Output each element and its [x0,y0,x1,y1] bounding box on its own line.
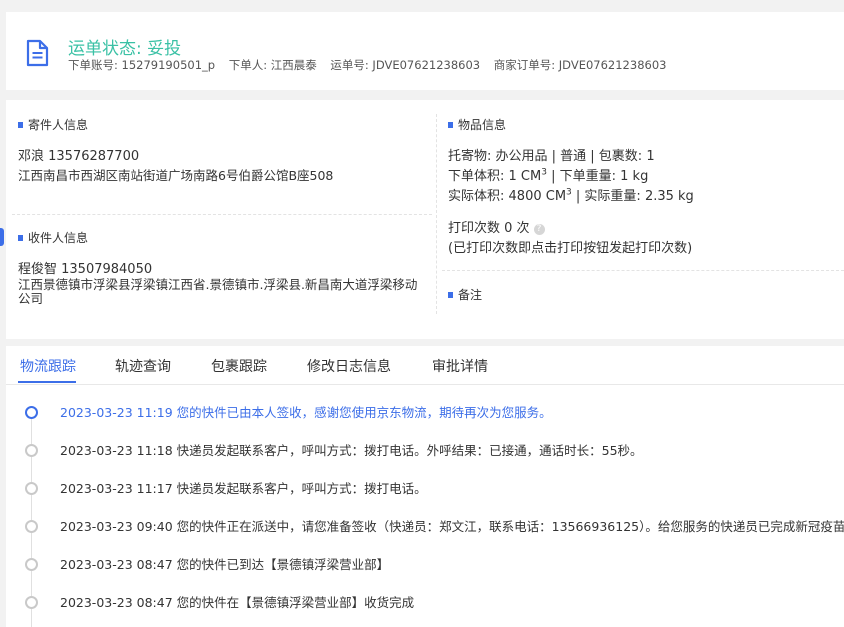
print-count: 打印次数 0 次? [448,217,545,236]
order-volume-label: 下单体积: [448,169,505,184]
actual-weight: | 实际重量: 2.35 kg [575,189,694,204]
tab-approval-details[interactable]: 审批详情 [432,356,488,376]
active-tab-indicator [18,381,76,383]
timeline-item: 2023-03-23 11:17 快递员发起联系客户，呼叫方式：拨打电话。 [6,478,844,500]
waybill-number: 运单号: JDVE07621238603 [330,58,481,72]
timeline-text: 2023-03-23 11:17 快递员发起联系客户，呼叫方式：拨打电话。 [60,481,427,496]
tab-change-log[interactable]: 修改日志信息 [307,356,391,376]
goods-section-title: 物品信息 [448,116,506,133]
receiver-name-phone: 程俊智 13507984050 [18,262,153,277]
column-divider [436,114,437,314]
actual-volume-label: 实际体积: [448,189,505,204]
timeline-item: 2023-03-23 11:18 快递员发起联系客户，呼叫方式：拨打电话。外呼结… [6,440,844,462]
document-icon [26,39,49,67]
timeline-item: 2023-03-23 08:47 您的快件已到达【景德镇浮梁营业部】 [6,554,844,576]
timeline-item: 2023-03-23 11:19 您的快件已由本人签收，感谢您使用京东物流，期待… [6,402,844,424]
actual-volume-value: 4800 CM [508,189,567,204]
timeline-dot-icon [25,596,38,609]
timeline-dot-icon [25,558,38,571]
print-count-note: (已打印次数即点击打印按钮发起打印次数) [448,241,693,256]
timeline-text: 2023-03-23 09:40 您的快件正在派送中，请您准备签收（快递员：郑文… [60,519,844,534]
timeline-text: 2023-03-23 08:47 您的快件在【景德镇浮梁营业部】收货完成 [60,595,415,610]
shipment-info-card: 寄件人信息 邓浪 13576287700 江西南昌市西湖区南站街道广场南路6号伯… [6,100,844,339]
sender-name-phone: 邓浪 13576287700 [18,149,140,164]
tab-logistics-tracking[interactable]: 物流跟踪 [20,356,76,376]
tracking-card: 物流跟踪 轨迹查询 包裹跟踪 修改日志信息 审批详情 2023-03-23 11… [6,346,844,627]
timeline-dot-icon [25,482,38,495]
actual-volume-weight: 实际体积: 4800 CM3 | 实际重量: 2.35 kg [448,185,694,204]
timeline-text: 2023-03-23 08:47 您的快件已到达【景德镇浮梁营业部】 [60,557,390,572]
order-volume-value: 1 CM [508,169,542,184]
timeline-dot-icon [25,406,38,419]
order-volume-weight: 下单体积: 1 CM3 | 下单重量: 1 kg [448,165,648,184]
timeline-dot-icon [25,444,38,457]
sender-section-title: 寄件人信息 [18,116,88,133]
goods-summary: 托寄物: 办公用品 | 普通 | 包裹数: 1 [448,149,655,164]
waybill-status: 运单状态: 妥投 [68,39,182,59]
timeline-text: 2023-03-23 11:18 快递员发起联系客户，呼叫方式：拨打电话。外呼结… [60,443,643,458]
timeline-dot-icon [25,520,38,533]
side-panel-handle[interactable] [0,228,4,246]
sender-address: 江西南昌市西湖区南站街道广场南路6号伯爵公馆B座508 [18,168,334,183]
order-account: 下单账号: 15279190501_p [68,58,216,72]
timeline-item: 2023-03-23 08:47 您的快件在【景德镇浮梁营业部】收货完成 [6,592,844,614]
timeline-text: 2023-03-23 11:19 您的快件已由本人签收，感谢您使用京东物流，期待… [60,405,552,420]
tab-track-query[interactable]: 轨迹查询 [115,356,171,376]
help-icon[interactable]: ? [533,224,545,235]
order-weight: | 下单重量: 1 kg [551,169,649,184]
actual-volume-unit-exponent: 3 [566,187,572,198]
print-count-text: 打印次数 0 次 [448,221,530,236]
orderer: 下单人: 江西晨泰 [228,58,317,72]
divider [12,214,432,215]
waybill-meta: 下单账号: 15279190501_p 下单人: 江西晨泰 运单号: JDVE0… [68,57,676,73]
tab-bar: 物流跟踪 轨迹查询 包裹跟踪 修改日志信息 审批详情 [6,346,844,385]
receiver-address: 江西景德镇市浮梁县浮梁镇江西省.景德镇市.浮梁县.新昌南大道浮梁移动公司 [18,277,418,306]
tab-package-tracking[interactable]: 包裹跟踪 [211,356,267,376]
divider [442,270,844,271]
timeline-item: 2023-03-23 09:40 您的快件正在派送中，请您准备签收（快递员：郑文… [6,516,844,538]
receiver-section-title: 收件人信息 [18,229,88,246]
waybill-header-card: 运单状态: 妥投 下单账号: 15279190501_p 下单人: 江西晨泰 运… [6,12,844,90]
order-volume-unit-exponent: 3 [541,167,547,178]
remarks-section-title: 备注 [448,286,482,303]
merchant-order-number: 商家订单号: JDVE07621238603 [493,58,667,72]
